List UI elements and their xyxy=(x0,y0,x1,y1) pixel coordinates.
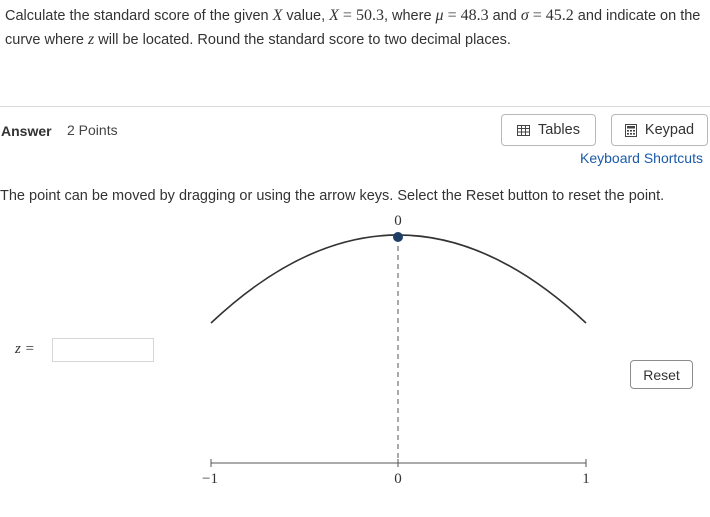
z-input-label: z = xyxy=(15,341,35,358)
z-score-input[interactable] xyxy=(52,338,154,362)
tick-label-0: 0 xyxy=(394,471,402,487)
z-label-text: z = xyxy=(15,341,35,357)
normal-curve-graph: −1 0 1 0 xyxy=(202,213,590,487)
reset-button[interactable]: Reset xyxy=(630,360,693,389)
point-value-label: 0 xyxy=(394,213,402,229)
tick-label-neg1: −1 xyxy=(202,471,218,487)
draggable-point[interactable] xyxy=(393,232,403,242)
tick-label-1: 1 xyxy=(582,471,590,487)
